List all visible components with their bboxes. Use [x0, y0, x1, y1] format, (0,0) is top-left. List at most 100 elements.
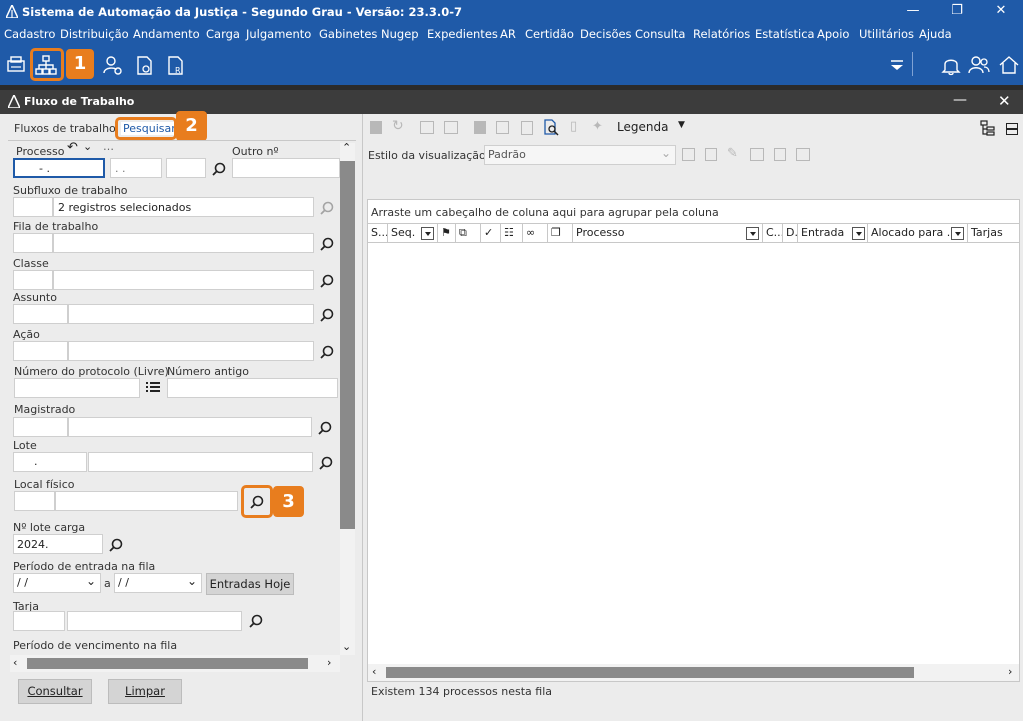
col-processo-dropdown-icon[interactable] [746, 227, 759, 240]
subfluxo-code[interactable] [13, 197, 53, 217]
menu-carga[interactable]: Carga [206, 27, 240, 41]
lote-carga-input[interactable]: 2024. [13, 534, 103, 554]
outro-input[interactable] [232, 158, 340, 178]
copy-icon[interactable] [420, 121, 434, 134]
close-window-icon[interactable]: ✕ [979, 0, 1023, 24]
menu-consulta[interactable]: Consulta [635, 27, 685, 41]
col-processo[interactable]: Processo [573, 224, 763, 242]
minimize-icon[interactable]: — [891, 0, 935, 24]
antigo-input[interactable] [167, 378, 338, 398]
assunto-input[interactable] [68, 304, 314, 324]
assunto-search-icon[interactable] [320, 308, 334, 322]
menu-gabinetes[interactable]: Gabinetes [319, 27, 377, 41]
menu-utilitarios[interactable]: Utilitários [859, 27, 914, 41]
undo-icon[interactable]: ↶ [67, 140, 78, 155]
grid-scroll-right-icon[interactable]: › [1008, 665, 1012, 678]
col-tree[interactable]: ☷ [501, 224, 523, 242]
lock-icon[interactable] [474, 121, 486, 134]
acao-input[interactable] [68, 341, 314, 361]
delete-style-icon[interactable] [705, 148, 717, 161]
magistrado-search-icon[interactable] [318, 421, 332, 435]
refresh-icon[interactable]: ↻ [392, 118, 404, 134]
col-link[interactable]: ∞ [523, 224, 548, 242]
menu-estatistica[interactable]: Estatística [755, 27, 815, 41]
legenda-label[interactable]: Legenda [617, 120, 668, 134]
limpar-button[interactable]: Limpar [108, 679, 182, 704]
lote-search-icon[interactable] [319, 456, 333, 470]
menu-ajuda[interactable]: Ajuda [919, 27, 952, 41]
date-from-input[interactable]: / / ⌄ [13, 573, 101, 593]
more-icon[interactable]: … [103, 140, 114, 153]
menu-nugep[interactable]: Nugep [381, 27, 419, 41]
restore-icon[interactable]: ❐ [935, 0, 979, 24]
col-check[interactable]: ✓ [481, 224, 501, 242]
col-tarjas[interactable]: Tarjas [968, 224, 1020, 242]
classe-code[interactable] [13, 270, 53, 290]
menu-ar[interactable]: AR [500, 27, 516, 41]
col-bookmark[interactable]: ⚑ [438, 224, 456, 242]
magistrado-code[interactable] [13, 417, 68, 437]
tarja-search-icon[interactable] [249, 614, 263, 628]
window-close-icon[interactable]: ✕ [998, 92, 1011, 110]
grid-style-icon[interactable] [796, 148, 810, 161]
grid-horizontal-scrollbar[interactable]: ‹ › [368, 664, 1019, 681]
left-vertical-scrollbar[interactable]: ⌃ ⌄ [340, 141, 355, 655]
scroll-right-icon[interactable]: › [327, 656, 331, 669]
local-input[interactable] [55, 491, 238, 511]
col-s[interactable]: S... [368, 224, 388, 242]
new-icon[interactable] [370, 121, 382, 134]
document-search-icon[interactable] [543, 119, 559, 136]
scroll-down-icon[interactable]: ⌄ [342, 640, 351, 653]
protocolo-input[interactable] [14, 378, 140, 398]
col-seq-dropdown-icon[interactable] [421, 227, 434, 240]
estilo-select[interactable]: Padrão ⌄ [484, 145, 676, 165]
lote-input-1[interactable]: . [13, 452, 87, 472]
scroll-up-icon[interactable]: ⌃ [342, 141, 351, 154]
grid-scroll-left-icon[interactable]: ‹ [372, 665, 376, 678]
lote-input-2[interactable] [88, 452, 313, 472]
menu-expedientes[interactable]: Expedientes [427, 27, 498, 41]
subfluxo-input[interactable]: 2 registros selecionados [53, 197, 314, 217]
save-icon[interactable] [496, 121, 509, 134]
tarja-input[interactable] [67, 611, 242, 631]
col-copy[interactable]: ⧉ [456, 224, 481, 242]
printer-icon[interactable] [5, 54, 27, 76]
home-icon[interactable] [998, 54, 1020, 76]
panel-splitter[interactable] [362, 114, 363, 721]
assunto-code[interactable] [13, 304, 68, 324]
scroll-left-icon[interactable]: ‹ [13, 656, 17, 669]
menu-distribuicao[interactable]: Distribuição [60, 27, 129, 41]
local-code[interactable] [14, 491, 55, 511]
legenda-dropdown-icon[interactable]: ▼ [678, 120, 685, 130]
menu-apoio[interactable]: Apoio [817, 27, 849, 41]
edit-style-icon[interactable]: ✎ [727, 146, 738, 161]
menu-julgamento[interactable]: Julgamento [246, 27, 311, 41]
lote-carga-search-icon[interactable] [109, 538, 123, 552]
comment-icon[interactable]: ▯ [570, 119, 577, 134]
entradas-hoje-button[interactable]: Entradas Hoje [206, 573, 294, 595]
acao-search-icon[interactable] [320, 345, 334, 359]
acao-code[interactable] [13, 341, 68, 361]
user-settings-icon[interactable] [102, 54, 124, 76]
date-to-input[interactable]: / / ⌄ [114, 573, 202, 593]
processo-input[interactable]: - . [13, 158, 105, 178]
classe-search-icon[interactable] [320, 274, 334, 288]
list-icon[interactable] [146, 381, 160, 393]
col-entrada-dropdown-icon[interactable] [852, 227, 865, 240]
pin-icon[interactable]: ✦ [592, 119, 603, 134]
menu-decisoes[interactable]: Decisões [580, 27, 632, 41]
consultar-button[interactable]: Consultar [18, 679, 92, 704]
document-o-icon[interactable] [134, 54, 156, 76]
menu-cadastro[interactable]: Cadastro [4, 27, 55, 41]
chevron-down-icon[interactable]: ⌄ [83, 140, 92, 153]
processo-search-icon[interactable] [212, 162, 226, 176]
tree-view-icon[interactable] [980, 120, 996, 137]
magistrado-input[interactable] [68, 417, 312, 437]
document-icon[interactable] [521, 121, 533, 135]
window-minimize-icon[interactable]: — [953, 92, 967, 108]
grid-hscroll-thumb[interactable] [386, 667, 914, 678]
col-docs[interactable]: ❐ [548, 224, 573, 242]
users-icon[interactable] [968, 54, 990, 76]
col-alocado-dropdown-icon[interactable] [951, 227, 964, 240]
fila-input[interactable] [53, 233, 314, 253]
